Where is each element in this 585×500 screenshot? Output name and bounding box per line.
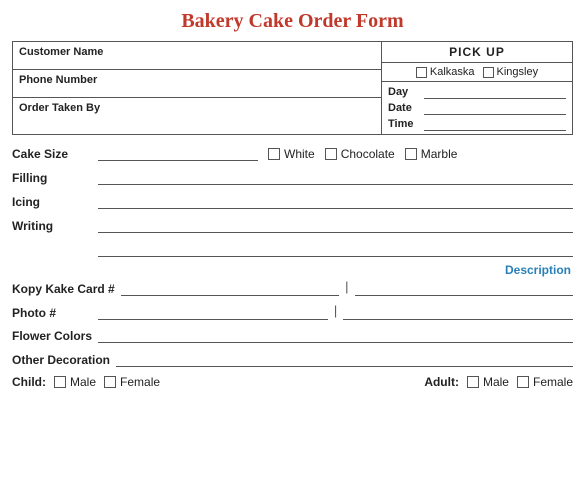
cake-size-row: Cake Size White Chocolate Marble — [12, 145, 573, 161]
adult-female-label: Female — [533, 375, 573, 389]
child-female-checkbox[interactable] — [104, 376, 116, 388]
day-row: Day — [388, 85, 566, 99]
day-label: Day — [388, 86, 420, 98]
child-label: Child: — [12, 375, 46, 389]
kopy-kake-row: Kopy Kake Card # | — [12, 279, 573, 296]
cake-size-input[interactable] — [98, 145, 258, 161]
kingsley-radio[interactable] — [483, 67, 494, 78]
kopy-kake-input-left[interactable] — [121, 280, 339, 296]
marble-checkbox[interactable] — [405, 148, 417, 160]
pickup-locations: Kalkaska Kingsley — [382, 63, 572, 82]
child-female-label: Female — [120, 375, 160, 389]
time-input[interactable] — [424, 117, 566, 131]
adult-male-label: Male — [483, 375, 509, 389]
time-label: Time — [388, 118, 420, 130]
other-decoration-input[interactable] — [116, 351, 573, 367]
filling-input[interactable] — [98, 169, 573, 185]
order-taken-label: Order Taken By — [19, 102, 100, 114]
date-row: Date — [388, 101, 566, 115]
phone-number-row: Phone Number — [13, 70, 381, 98]
filling-label: Filling — [12, 171, 92, 185]
phone-number-label: Phone Number — [19, 74, 97, 86]
writing-extra-row — [98, 241, 573, 257]
customer-info-section: Customer Name Phone Number Order Taken B… — [13, 42, 382, 134]
other-decoration-label: Other Decoration — [12, 353, 110, 367]
writing-label: Writing — [12, 219, 92, 233]
child-male-checkbox[interactable] — [54, 376, 66, 388]
flower-colors-input[interactable] — [98, 327, 573, 343]
date-label: Date — [388, 102, 420, 114]
page-title: Bakery Cake Order Form — [12, 10, 573, 33]
kingsley-location: Kingsley — [483, 66, 539, 78]
kalkaska-location: Kalkaska — [416, 66, 475, 78]
icing-input[interactable] — [98, 193, 573, 209]
kingsley-label: Kingsley — [497, 66, 539, 78]
kopy-kake-input-right[interactable] — [355, 280, 573, 296]
adult-female-checkbox[interactable] — [517, 376, 529, 388]
chocolate-option: Chocolate — [325, 147, 395, 161]
customer-name-row: Customer Name — [13, 42, 381, 70]
cake-type-group: White Chocolate Marble — [268, 147, 457, 161]
icing-row: Icing — [12, 193, 573, 209]
other-decoration-row: Other Decoration — [12, 351, 573, 367]
description-section: Description Kopy Kake Card # | Photo # |… — [12, 263, 573, 367]
white-checkbox[interactable] — [268, 148, 280, 160]
form-section: Cake Size White Chocolate Marble Filling — [12, 145, 573, 389]
pickup-fields: Day Date Time — [382, 82, 572, 134]
filling-row: Filling — [12, 169, 573, 185]
writing-row: Writing — [12, 217, 573, 233]
top-section: Customer Name Phone Number Order Taken B… — [12, 41, 573, 135]
customer-name-label: Customer Name — [19, 46, 103, 58]
marble-label: Marble — [421, 147, 458, 161]
child-female-option: Female — [104, 375, 160, 389]
photo-row: Photo # | — [12, 303, 573, 320]
order-taken-row: Order Taken By — [13, 98, 381, 126]
kopy-kake-divider: | — [345, 279, 348, 296]
photo-divider: | — [334, 303, 337, 320]
child-male-label: Male — [70, 375, 96, 389]
kalkaska-label: Kalkaska — [430, 66, 475, 78]
adult-male-option: Male — [467, 375, 509, 389]
child-group: Child: Male Female — [12, 375, 160, 389]
photo-input-left[interactable] — [98, 304, 328, 320]
cake-size-label: Cake Size — [12, 147, 92, 161]
chocolate-label: Chocolate — [341, 147, 395, 161]
writing-input[interactable] — [98, 217, 573, 233]
white-label: White — [284, 147, 315, 161]
day-input[interactable] — [424, 85, 566, 99]
photo-label: Photo # — [12, 306, 92, 320]
adult-label: Adult: — [424, 375, 459, 389]
icing-label: Icing — [12, 195, 92, 209]
writing-extra-input[interactable] — [98, 241, 573, 257]
pickup-header: PICK UP — [382, 42, 572, 63]
child-adult-row: Child: Male Female Adult: Male — [12, 375, 573, 389]
time-row: Time — [388, 117, 566, 131]
chocolate-checkbox[interactable] — [325, 148, 337, 160]
adult-male-checkbox[interactable] — [467, 376, 479, 388]
adult-female-option: Female — [517, 375, 573, 389]
description-header: Description — [12, 263, 573, 277]
kopy-kake-label: Kopy Kake Card # — [12, 282, 115, 296]
white-option: White — [268, 147, 315, 161]
adult-group: Adult: Male Female — [424, 375, 573, 389]
photo-input-right[interactable] — [343, 304, 573, 320]
kalkaska-radio[interactable] — [416, 67, 427, 78]
marble-option: Marble — [405, 147, 458, 161]
child-male-option: Male — [54, 375, 96, 389]
pickup-section: PICK UP Kalkaska Kingsley Day Date — [382, 42, 572, 134]
flower-colors-row: Flower Colors — [12, 327, 573, 343]
date-input[interactable] — [424, 101, 566, 115]
flower-colors-label: Flower Colors — [12, 329, 92, 343]
